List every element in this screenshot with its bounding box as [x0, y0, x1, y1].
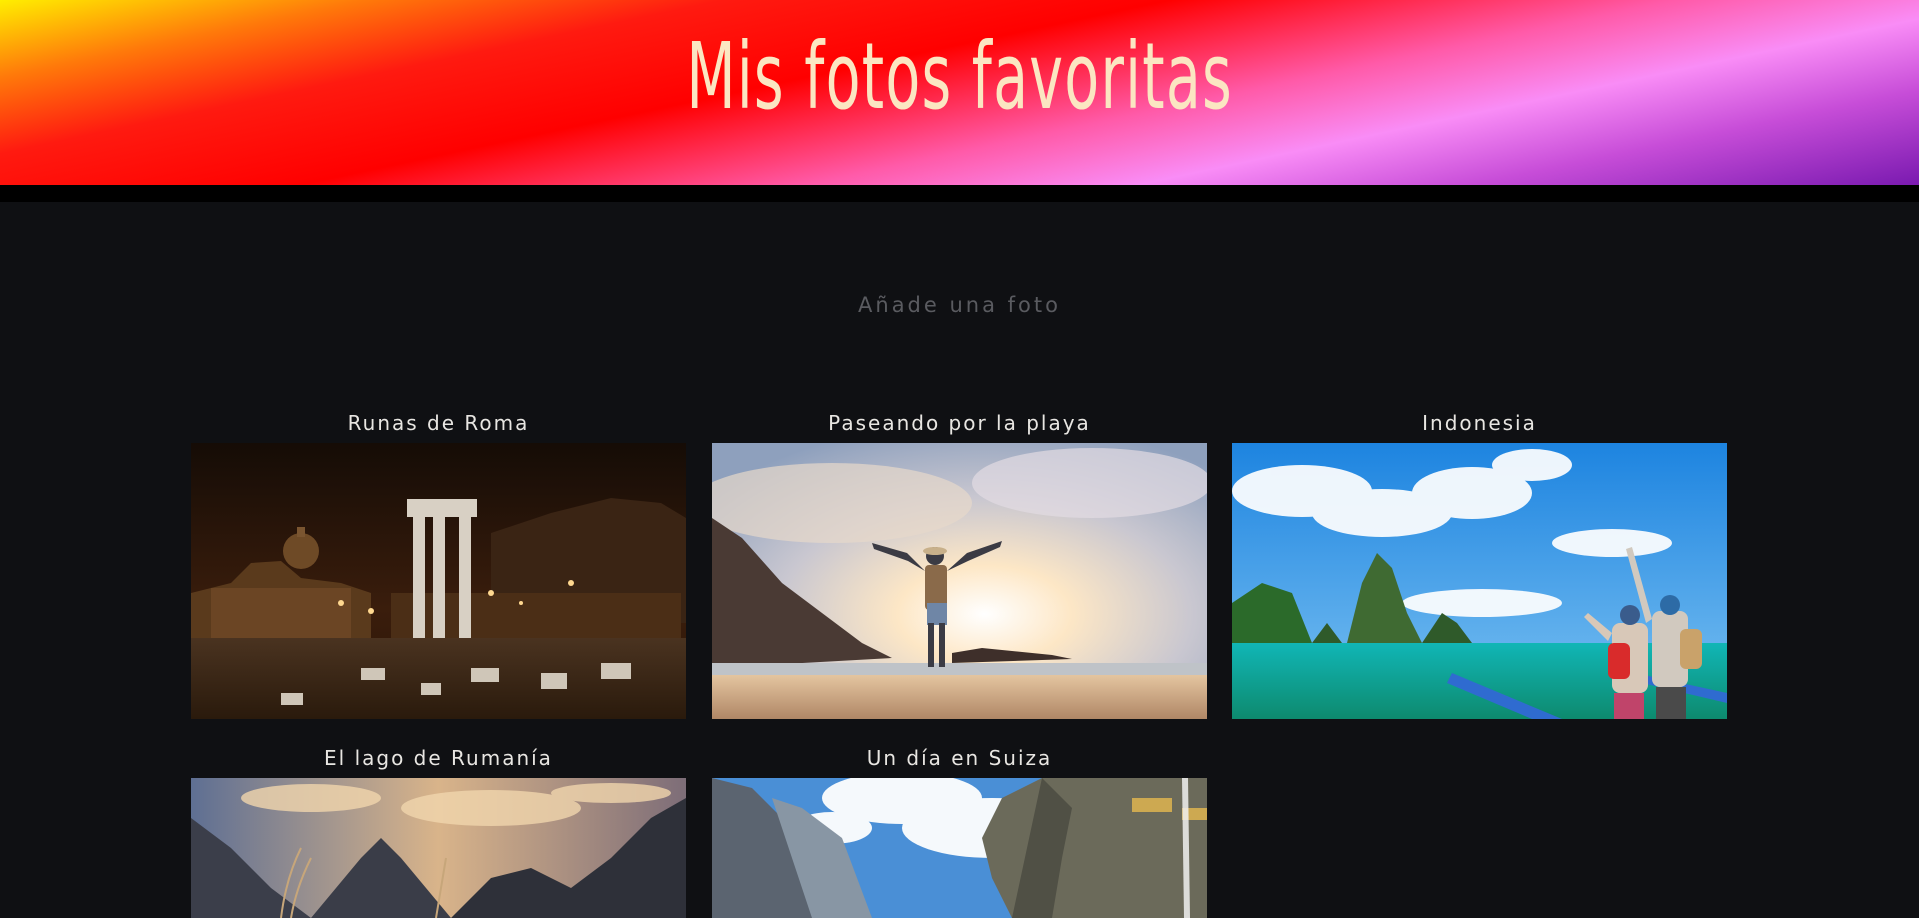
header-divider [0, 185, 1919, 202]
photo-image[interactable] [191, 443, 686, 719]
photo-image[interactable] [712, 778, 1207, 918]
photo-card-title: Runas de Roma [347, 411, 530, 435]
photo-card-title: Paseando por la playa [828, 411, 1091, 435]
photo-card-title: Un día en Suiza [866, 746, 1053, 770]
site-title: Mis fotos favoritas [686, 23, 1233, 130]
photo-card-title: Indonesia [1422, 411, 1537, 435]
photo-image[interactable] [191, 778, 686, 918]
add-photo-link[interactable]: Añade una foto [0, 293, 1919, 317]
photo-image[interactable] [1232, 443, 1727, 719]
site-header: Mis fotos favoritas [0, 0, 1919, 185]
photo-card-title: El lago de Rumanía [324, 746, 553, 770]
photo-image[interactable] [712, 443, 1207, 719]
